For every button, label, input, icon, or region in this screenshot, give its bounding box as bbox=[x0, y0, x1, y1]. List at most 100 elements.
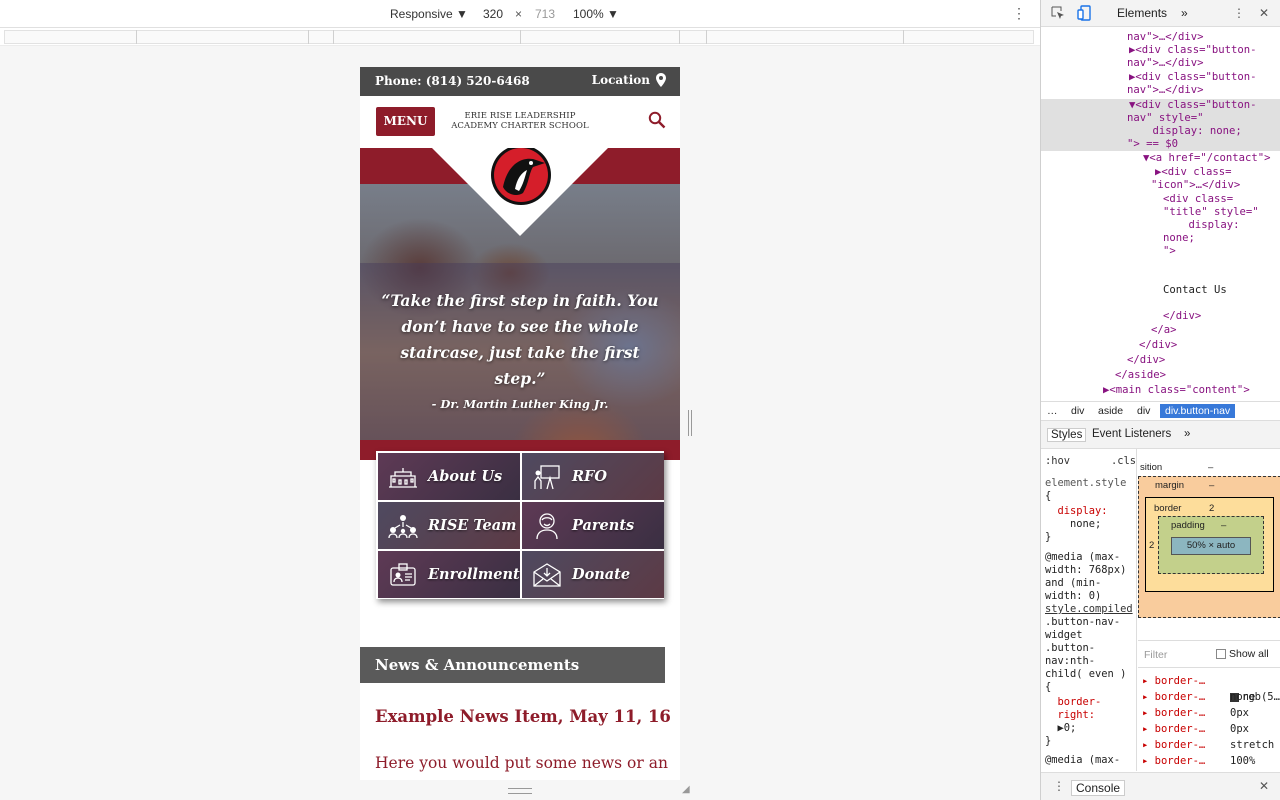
box-border-top: 2 bbox=[1209, 503, 1215, 514]
location-link[interactable]: Location bbox=[592, 73, 666, 87]
media-query-tick[interactable] bbox=[903, 30, 904, 44]
device-toolbar-icon[interactable] bbox=[1077, 5, 1091, 21]
dom-line[interactable]: <div class= bbox=[1163, 193, 1233, 206]
dom-line[interactable]: ▼<div class="button- bbox=[1129, 99, 1257, 112]
dom-line[interactable]: "> == $0 bbox=[1127, 138, 1178, 151]
dom-line[interactable]: ▶<div class="button- bbox=[1129, 44, 1257, 57]
nav-rfo-button[interactable]: RFO bbox=[522, 453, 664, 500]
devtools-menu-icon[interactable]: ⋮ bbox=[1233, 6, 1245, 20]
computed-row[interactable]: ▸ border-… rgb(5… bbox=[1142, 673, 1280, 703]
media-query-tick[interactable] bbox=[333, 30, 334, 44]
style-line[interactable]: border- bbox=[1045, 696, 1102, 709]
media-query-track[interactable] bbox=[4, 30, 1034, 44]
style-line: { bbox=[1045, 490, 1052, 502]
viewport-height-input[interactable]: 713 bbox=[535, 7, 555, 21]
dom-line[interactable]: </a> bbox=[1151, 324, 1177, 337]
breadcrumb-item-active[interactable]: div.button-nav bbox=[1160, 404, 1236, 418]
dom-tree[interactable]: nav">…</div> ▶<div class="button- nav">…… bbox=[1041, 27, 1280, 401]
media-query-tick[interactable] bbox=[679, 30, 680, 44]
button-nav-widget: About Us RFO RISE Team Parents Enrollmen… bbox=[376, 451, 664, 599]
dom-line[interactable]: ▶<div class="button- bbox=[1129, 71, 1257, 84]
tab-elements[interactable]: Elements bbox=[1117, 6, 1167, 20]
styles-pane[interactable]: :hov .cls element.style { display: none;… bbox=[1041, 449, 1137, 771]
style-line: widget bbox=[1045, 629, 1083, 641]
console-drawer-bar: ⋮ Console ✕ bbox=[1041, 772, 1280, 800]
dom-line[interactable]: display: none; bbox=[1127, 125, 1242, 138]
hov-toggle[interactable]: :hov bbox=[1045, 455, 1070, 468]
breadcrumb-item[interactable]: div bbox=[1137, 405, 1150, 417]
show-all-checkbox[interactable]: Show all bbox=[1216, 648, 1269, 660]
nav-donate-button[interactable]: Donate bbox=[522, 551, 664, 598]
media-query-tick[interactable] bbox=[520, 30, 521, 44]
close-icon[interactable]: ✕ bbox=[1259, 6, 1269, 20]
presenter-icon bbox=[522, 464, 572, 490]
nav-enrollment-button[interactable]: Enrollment bbox=[378, 551, 520, 598]
dom-line[interactable]: "title" style=" bbox=[1163, 206, 1259, 219]
breadcrumb-item[interactable]: aside bbox=[1098, 405, 1123, 417]
dom-line[interactable]: </div> bbox=[1139, 339, 1177, 352]
close-icon[interactable]: ✕ bbox=[1259, 779, 1269, 793]
school-name[interactable]: ERIE RISE LEADERSHIP ACADEMY CHARTER SCH… bbox=[446, 111, 594, 131]
media-query-tick[interactable] bbox=[308, 30, 309, 44]
box-padding-top: – bbox=[1221, 520, 1227, 531]
menu-button[interactable]: MENU bbox=[376, 107, 435, 136]
drawer-menu-icon[interactable]: ⋮ bbox=[1053, 779, 1065, 793]
dom-text-node[interactable]: Contact Us bbox=[1163, 284, 1227, 297]
cls-toggle[interactable]: .cls bbox=[1111, 455, 1136, 468]
nav-about-us-button[interactable]: About Us bbox=[378, 453, 520, 500]
computed-prop: border-… bbox=[1154, 723, 1206, 735]
dom-line[interactable]: </aside> bbox=[1115, 369, 1166, 382]
style-line[interactable]: right: bbox=[1045, 709, 1096, 722]
breadcrumb-item[interactable]: div bbox=[1071, 405, 1084, 417]
nav-parents-button[interactable]: Parents bbox=[522, 502, 664, 549]
style-line[interactable]: ▶0; bbox=[1045, 722, 1077, 735]
tab-styles[interactable]: Styles bbox=[1047, 428, 1087, 442]
dom-line[interactable]: display: bbox=[1163, 219, 1240, 232]
dom-line[interactable]: "icon">…</div> bbox=[1151, 179, 1240, 192]
style-line[interactable]: display: bbox=[1045, 505, 1108, 518]
dom-line[interactable]: nav">…</div> bbox=[1127, 84, 1204, 97]
style-line: child( even ) bbox=[1045, 668, 1127, 680]
computed-row[interactable]: ▸ border-… none bbox=[1142, 689, 1280, 705]
tab-console[interactable]: Console bbox=[1071, 780, 1126, 796]
dom-line[interactable]: ▶<div class= bbox=[1155, 166, 1232, 179]
media-query-tick[interactable] bbox=[706, 30, 707, 44]
dom-line[interactable]: ▶<main class="content"> bbox=[1103, 384, 1250, 397]
computed-row[interactable]: ▸ border-… 0px bbox=[1142, 705, 1280, 721]
device-mode-dropdown[interactable]: Responsive ▼ bbox=[390, 7, 468, 21]
dom-line[interactable]: none; bbox=[1163, 232, 1195, 245]
computed-row[interactable]: ▸ border-… 100% bbox=[1142, 753, 1280, 769]
search-icon[interactable] bbox=[648, 111, 666, 129]
resize-handle-bottom[interactable] bbox=[508, 788, 532, 794]
nav-rise-team-button[interactable]: RISE Team bbox=[378, 502, 520, 549]
dom-line[interactable]: nav" style=" bbox=[1127, 112, 1204, 125]
more-tabs-icon[interactable]: » bbox=[1181, 6, 1188, 20]
zoom-dropdown[interactable]: 100% ▼ bbox=[573, 7, 619, 21]
phone-link[interactable]: Phone: (814) 520-6468 bbox=[375, 74, 530, 88]
device-toolbar: Responsive ▼ 320 × 713 100% ▼ ⋮ bbox=[0, 0, 1040, 28]
resize-handle-right[interactable] bbox=[688, 410, 692, 436]
computed-row[interactable]: ▸ border-… stretch bbox=[1142, 737, 1280, 753]
more-tabs-icon[interactable]: » bbox=[1184, 428, 1190, 440]
breadcrumb-item[interactable]: … bbox=[1047, 405, 1058, 417]
news-item-title[interactable]: Example News Item, May 11, 16 bbox=[375, 707, 671, 726]
viewport-width-input[interactable]: 320 bbox=[483, 7, 503, 21]
media-query-bar[interactable] bbox=[0, 28, 1040, 46]
penguin-logo-icon[interactable] bbox=[489, 148, 553, 207]
dom-line[interactable]: </div> bbox=[1163, 310, 1201, 323]
more-options-icon[interactable]: ⋮ bbox=[1012, 5, 1026, 22]
tab-event-listeners[interactable]: Event Listeners bbox=[1092, 428, 1171, 440]
computed-row[interactable]: ▸ border-… 0px bbox=[1142, 721, 1280, 737]
media-query-tick[interactable] bbox=[136, 30, 137, 44]
resize-handle-corner[interactable]: ◢ bbox=[682, 784, 694, 796]
filter-input[interactable]: Filter bbox=[1144, 649, 1167, 661]
style-line[interactable]: none; bbox=[1045, 518, 1101, 531]
dom-line[interactable]: "> bbox=[1163, 245, 1176, 258]
dom-line[interactable]: nav">…</div> bbox=[1127, 57, 1204, 70]
box-position-value: – bbox=[1208, 462, 1214, 473]
stylesheet-link[interactable]: style.compiled bbox=[1045, 603, 1133, 616]
dom-line[interactable]: ▼<a href="/contact"> bbox=[1143, 152, 1271, 165]
inspect-element-icon[interactable] bbox=[1051, 6, 1065, 20]
dom-line[interactable]: nav">…</div> bbox=[1127, 31, 1204, 44]
dom-line[interactable]: </div> bbox=[1127, 354, 1165, 367]
